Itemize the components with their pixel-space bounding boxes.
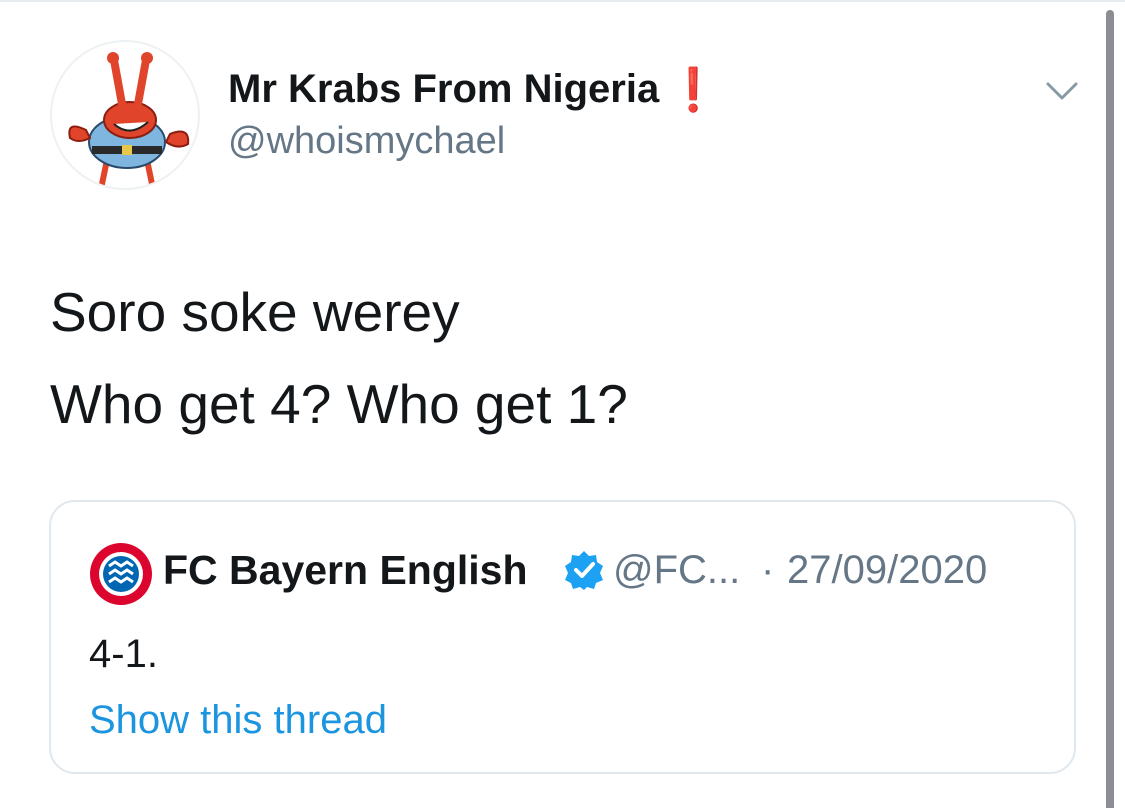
quoted-tweet-date[interactable]: 27/09/2020 <box>787 548 987 593</box>
top-divider <box>0 0 1125 2</box>
show-thread-link[interactable]: Show this thread <box>89 698 387 743</box>
quoted-author-name: FC Bayern English <box>163 547 528 593</box>
quoted-author-handle: @FC... <box>613 548 741 592</box>
tweet-text: Soro soke werey Who get 4? Who get 1? <box>50 266 628 450</box>
verified-badge-icon <box>563 549 605 591</box>
quoted-tweet-card[interactable]: FC Bayern English @FC... · 27/09/2020 4-… <box>49 500 1076 774</box>
tweet-text-line: Who get 4? Who get 1? <box>50 373 628 435</box>
exclamation-badge-icon: ❗ <box>667 66 720 113</box>
tweet-text-line: Soro soke werey <box>50 281 460 343</box>
chevron-down-icon[interactable] <box>1040 72 1084 108</box>
fc-bayern-logo-icon <box>89 542 153 606</box>
author-handle[interactable]: @whoismychael <box>228 120 505 163</box>
quoted-tweet-text: 4-1. <box>89 632 158 676</box>
author-display-name[interactable]: Mr Krabs From Nigeria ❗ <box>228 66 720 115</box>
scrollbar[interactable] <box>1106 10 1114 808</box>
author-avatar[interactable] <box>50 40 200 190</box>
separator-dot: · <box>761 548 775 592</box>
author-name-text: Mr Krabs From Nigeria <box>228 67 660 111</box>
